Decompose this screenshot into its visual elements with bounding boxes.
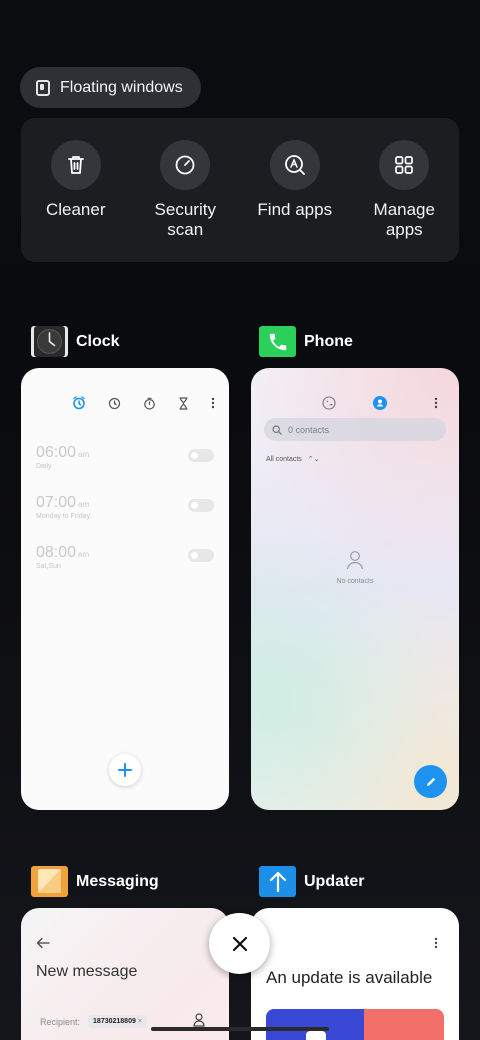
sort-icon: ⌃⌄ <box>307 456 320 463</box>
update-banner-image <box>266 1009 444 1040</box>
manage-apps-button[interactable]: Manage apps <box>354 140 454 262</box>
clock-app-icon <box>31 326 68 357</box>
clear-all-button[interactable] <box>209 913 270 974</box>
person-icon <box>346 551 364 570</box>
search-placeholder: 0 contacts <box>288 424 330 435</box>
contacts-search-input[interactable]: 0 contacts <box>264 418 446 441</box>
dial-button[interactable] <box>414 765 447 798</box>
phone-app-card[interactable]: 0 contacts All contacts ⌃⌄ No contacts <box>251 368 459 810</box>
security-scan-button[interactable]: Security scan <box>135 140 235 262</box>
recipient-chip[interactable]: 18730218809 × <box>88 1015 147 1028</box>
gauge-icon <box>160 140 211 190</box>
navigation-handle[interactable] <box>151 1027 329 1031</box>
floating-windows-label: Floating windows <box>60 78 183 96</box>
trash-icon <box>50 140 101 190</box>
contacts-icon[interactable] <box>373 396 387 410</box>
find-apps-button[interactable]: Find apps <box>245 140 345 262</box>
timer-icon[interactable] <box>178 396 189 410</box>
alarm-repeat: Daily <box>36 463 52 470</box>
search-icon <box>272 424 282 435</box>
pencil-icon <box>426 777 435 786</box>
add-alarm-button[interactable] <box>109 754 141 786</box>
close-icon <box>232 936 247 951</box>
updater-app-icon <box>259 866 296 897</box>
contacts-filter-label: All contacts <box>266 456 302 463</box>
alarm-toggle[interactable] <box>188 549 214 562</box>
updater-app-card[interactable]: An update is available <box>251 908 459 1040</box>
alarm-item[interactable]: 08:00 am Sat,Sun <box>36 544 214 576</box>
empty-state: No contacts <box>251 550 459 585</box>
recipient-label: Recipient: <box>40 1016 81 1027</box>
messaging-app-card[interactable]: New message Recipient: 18730218809 × <box>21 908 229 1040</box>
banner-shape <box>306 1031 326 1040</box>
updater-app-header[interactable]: Updater <box>259 866 364 897</box>
more-vert-icon[interactable] <box>434 397 438 409</box>
clock-toolbar <box>72 396 215 410</box>
plus-icon <box>118 763 132 777</box>
updater-app-name: Updater <box>304 872 365 890</box>
search-app-icon <box>269 140 320 190</box>
find-apps-label: Find apps <box>257 200 333 219</box>
cleaner-label: Cleaner <box>45 200 106 219</box>
message-title: New message <box>36 963 138 980</box>
phone-app-icon <box>259 326 296 357</box>
recipient-field[interactable]: Recipient: 18730218809 × <box>40 1015 147 1028</box>
messaging-app-header[interactable]: Messaging <box>31 866 159 897</box>
alarm-icon[interactable] <box>72 396 86 410</box>
world-clock-icon[interactable] <box>108 397 121 410</box>
clock-app-name: Clock <box>76 332 120 350</box>
manage-apps-label: Manage apps <box>373 200 435 239</box>
messaging-app-name: Messaging <box>76 872 159 890</box>
empty-state-text: No contacts <box>336 578 374 585</box>
update-title: An update is available <box>266 968 433 987</box>
call-log-icon[interactable] <box>322 396 336 410</box>
alarm-item[interactable]: 07:00 am Monday to Friday <box>36 494 214 526</box>
back-arrow-icon[interactable] <box>36 937 50 949</box>
cleaner-button[interactable]: Cleaner <box>26 140 126 262</box>
phone-app-header[interactable]: Phone <box>259 326 353 357</box>
phone-toolbar <box>251 395 459 411</box>
phone-app-name: Phone <box>304 332 353 350</box>
alarm-repeat: Sat,Sun <box>36 563 61 570</box>
quick-actions-panel: Cleaner Security scan Find apps Manage a… <box>21 118 459 262</box>
alarm-item[interactable]: 06:00 am Daily <box>36 444 214 476</box>
add-contact-icon[interactable] <box>193 1013 205 1027</box>
contacts-filter-dropdown[interactable]: All contacts ⌃⌄ <box>266 455 319 463</box>
alarm-repeat: Monday to Friday <box>36 513 91 520</box>
alarm-toggle[interactable] <box>188 449 214 462</box>
grid-icon <box>379 140 430 190</box>
clock-app-header[interactable]: Clock <box>31 326 120 357</box>
more-vert-icon[interactable] <box>211 397 215 409</box>
clock-app-card[interactable]: 06:00 am Daily 07:00 am Monday to Friday 0… <box>21 368 229 810</box>
floating-windows-button[interactable]: Floating windows <box>20 67 201 108</box>
messaging-app-icon <box>31 866 68 897</box>
security-scan-label: Security scan <box>154 200 216 239</box>
more-vert-icon[interactable] <box>434 937 438 949</box>
stopwatch-icon[interactable] <box>143 397 156 410</box>
alarm-toggle[interactable] <box>188 499 214 512</box>
floating-window-icon <box>36 79 50 96</box>
